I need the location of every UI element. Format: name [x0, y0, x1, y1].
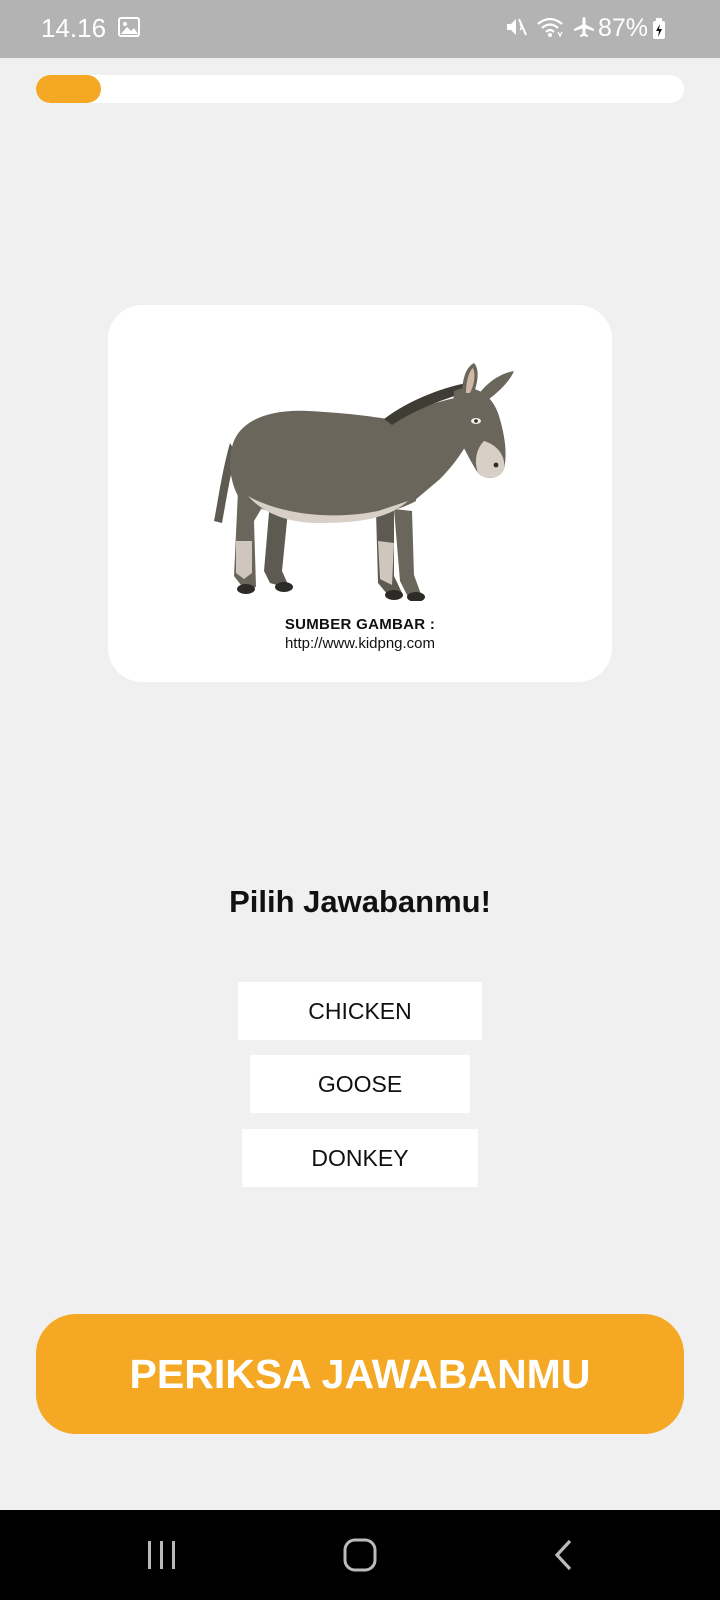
gallery-icon — [118, 17, 140, 42]
donkey-illustration — [214, 363, 514, 601]
answer-option-chicken[interactable]: CHICKEN — [238, 982, 482, 1040]
image-source-url: http://www.kidpng.com — [284, 635, 436, 652]
navigation-bar — [0, 1510, 720, 1600]
progress-fill — [36, 75, 101, 103]
wifi-icon — [536, 15, 564, 44]
battery-percentage: 87% — [597, 14, 648, 42]
image-card: SUMBER GAMBAR : http://www.kidpng.com — [108, 305, 612, 682]
answer-option-goose[interactable]: GOOSE — [250, 1055, 470, 1113]
question-heading: Pilih Jawabanmu! — [229, 884, 491, 919]
mute-icon — [504, 15, 528, 44]
airplane-icon — [572, 15, 596, 44]
answer-option-donkey[interactable]: DONKEY — [242, 1129, 478, 1187]
progress-bar — [36, 75, 684, 103]
back-icon[interactable] — [534, 1532, 594, 1578]
recents-icon[interactable] — [132, 1532, 192, 1578]
status-bar: 14.16 87% — [0, 0, 720, 58]
home-icon[interactable] — [330, 1532, 390, 1578]
check-answer-button[interactable]: PERIKSA JAWABANMU — [36, 1314, 684, 1434]
status-time: 14.16 — [41, 13, 107, 43]
image-source-label: SUMBER GAMBAR : — [284, 616, 436, 633]
battery-charging-icon — [652, 18, 666, 45]
